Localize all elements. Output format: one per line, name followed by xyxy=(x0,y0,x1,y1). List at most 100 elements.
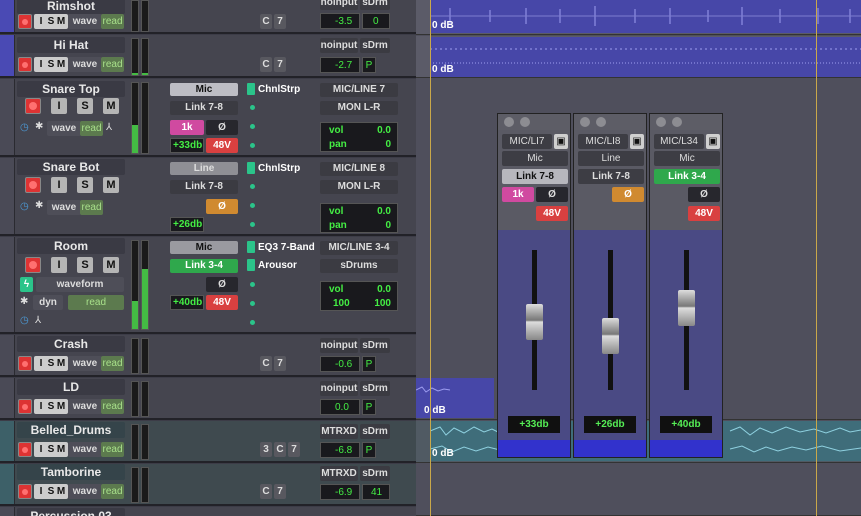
voice-number[interactable]: 3 xyxy=(260,442,272,457)
track-name[interactable]: Belled_Drums xyxy=(17,422,125,438)
strip-titlebar[interactable] xyxy=(650,114,722,130)
strip-menu-icon[interactable]: ▣ xyxy=(554,134,568,149)
pan-right-readout[interactable]: 100 xyxy=(374,298,391,309)
volume-readout[interactable]: -0.6 xyxy=(320,356,360,372)
track-select-bar[interactable] xyxy=(0,464,15,504)
record-button[interactable] xyxy=(25,98,41,114)
track-name[interactable]: Room xyxy=(17,238,125,254)
insert-slot-3[interactable] xyxy=(250,282,255,287)
insert-slot-4[interactable] xyxy=(250,222,255,227)
pan-readout[interactable]: P xyxy=(362,57,376,73)
vol-pan-box[interactable]: vol 0.0 pan 0 xyxy=(320,122,398,152)
mute-button[interactable]: M xyxy=(54,484,68,499)
mute-button[interactable]: M xyxy=(54,356,68,371)
track-name[interactable]: Hi Hat xyxy=(17,37,125,53)
solo-button[interactable]: S xyxy=(77,98,93,114)
insert-slot-4[interactable] xyxy=(250,301,255,306)
pan-readout[interactable]: P xyxy=(362,442,376,458)
clip-rimshot[interactable]: 0 dB xyxy=(430,0,861,33)
playhead-marker[interactable] xyxy=(430,0,431,516)
c-button[interactable]: C xyxy=(260,14,272,29)
strip-input-type[interactable]: Mic xyxy=(654,151,720,166)
record-button[interactable] xyxy=(18,57,32,72)
input-type-button[interactable]: Mic xyxy=(170,83,238,96)
automation-mode[interactable]: read xyxy=(101,14,124,29)
voice-button[interactable]: 7 xyxy=(288,442,300,457)
gain-readout[interactable]: +26db xyxy=(170,217,204,232)
track-select-bar[interactable] xyxy=(0,335,15,375)
input-button[interactable]: I xyxy=(51,98,67,114)
clip-hihat[interactable]: 0 dB xyxy=(430,37,861,77)
track-select-bar[interactable] xyxy=(0,237,15,332)
volume-readout[interactable]: 0.0 xyxy=(320,399,360,415)
track-name[interactable]: Snare Top xyxy=(17,81,125,97)
track-select-bar[interactable] xyxy=(0,0,15,32)
view-selector[interactable]: waveform xyxy=(36,277,124,292)
automation-mode[interactable]: read xyxy=(101,57,124,72)
view-selector[interactable]: wave xyxy=(68,484,102,499)
input-selector[interactable]: noinput xyxy=(320,0,358,10)
view-selector[interactable]: wave xyxy=(47,200,81,215)
mixer-strip-2[interactable]: MIC/LI8 ▣ Line Link 7-8 Ø +26db xyxy=(573,113,647,458)
output-selector[interactable]: sDrums xyxy=(320,259,398,273)
insert-slot-1[interactable]: EQ3 7-Band xyxy=(247,241,315,255)
lane-tamborine[interactable] xyxy=(416,464,861,516)
voice-button[interactable]: 7 xyxy=(274,356,286,371)
track-name[interactable]: Snare Bot xyxy=(17,159,125,175)
strip-titlebar[interactable] xyxy=(498,114,570,130)
record-button[interactable] xyxy=(18,14,32,29)
cursor-marker[interactable] xyxy=(816,0,817,516)
view-selector[interactable]: wave xyxy=(68,399,102,414)
track-name[interactable]: Rimshot xyxy=(17,0,125,14)
record-button[interactable] xyxy=(18,442,32,457)
strip-gain-readout[interactable]: +26db xyxy=(584,416,636,433)
view-selector[interactable]: wave xyxy=(68,14,102,29)
c-button[interactable]: C xyxy=(274,442,286,457)
strip-input-type[interactable]: Mic xyxy=(502,151,568,166)
strip-48v-button[interactable]: 48V xyxy=(688,206,720,221)
input-selector[interactable]: MTRXD xyxy=(320,466,358,481)
automation-mode[interactable]: read xyxy=(80,200,103,215)
strip-phase-button[interactable]: Ø xyxy=(688,187,720,202)
track-name[interactable]: Crash xyxy=(17,336,125,352)
solo-button[interactable]: S xyxy=(77,257,93,273)
input-selector[interactable]: noinput xyxy=(320,338,358,353)
voice-button[interactable]: 7 xyxy=(274,14,286,29)
track-select-bar[interactable] xyxy=(0,507,15,516)
strip-link[interactable]: Link 7-8 xyxy=(502,169,568,184)
mute-button[interactable]: M xyxy=(103,177,119,193)
strip-input-type[interactable]: Line xyxy=(578,151,644,166)
insert-slot-2[interactable]: Arousor xyxy=(247,259,297,273)
output-selector[interactable]: sDrm xyxy=(360,424,390,439)
volume-readout[interactable]: 0.0 xyxy=(377,125,391,136)
input-selector[interactable]: MIC/LINE 8 xyxy=(320,162,398,176)
strip-gain-readout[interactable]: +40db xyxy=(660,416,712,433)
input-button[interactable]: I xyxy=(51,177,67,193)
track-select-bar[interactable] xyxy=(0,79,15,155)
view-selector[interactable]: wave xyxy=(68,442,102,457)
volume-readout[interactable]: 0.0 xyxy=(377,206,391,217)
phase-button[interactable]: Ø xyxy=(206,277,238,292)
record-button[interactable] xyxy=(25,257,41,273)
output-selector[interactable]: sDrm xyxy=(360,0,390,10)
close-window-icon[interactable] xyxy=(580,117,590,127)
mute-button[interactable]: M xyxy=(103,98,119,114)
pan-readout[interactable]: 0 xyxy=(385,220,391,231)
output-selector[interactable]: MON L-R xyxy=(320,101,398,115)
pan-readout[interactable]: 41 xyxy=(362,484,390,500)
link-button[interactable]: Link 3-4 xyxy=(170,259,238,273)
clip-ld[interactable]: 0 dB xyxy=(416,378,494,418)
record-button[interactable] xyxy=(18,399,32,414)
lightning-icon[interactable]: ϟ xyxy=(20,277,33,292)
insert-slot-1[interactable]: ChnlStrp xyxy=(247,162,300,176)
strip-gain-readout[interactable]: +33db xyxy=(508,416,560,433)
fader-cap[interactable] xyxy=(526,304,543,340)
mixer-strip-3[interactable]: MIC/L34 ▣ Mic Link 3-4 Ø 48V +40db xyxy=(649,113,723,458)
phase-button[interactable]: Ø xyxy=(206,199,238,214)
strip-phase-button[interactable]: Ø xyxy=(612,187,644,202)
link-button[interactable]: Link 7-8 xyxy=(170,101,238,115)
voice-button[interactable]: 7 xyxy=(274,57,286,72)
gain-readout[interactable]: +33db xyxy=(170,138,204,153)
insert-slot-1[interactable]: ChnlStrp xyxy=(247,83,300,97)
strip-link[interactable]: Link 3-4 xyxy=(654,169,720,184)
